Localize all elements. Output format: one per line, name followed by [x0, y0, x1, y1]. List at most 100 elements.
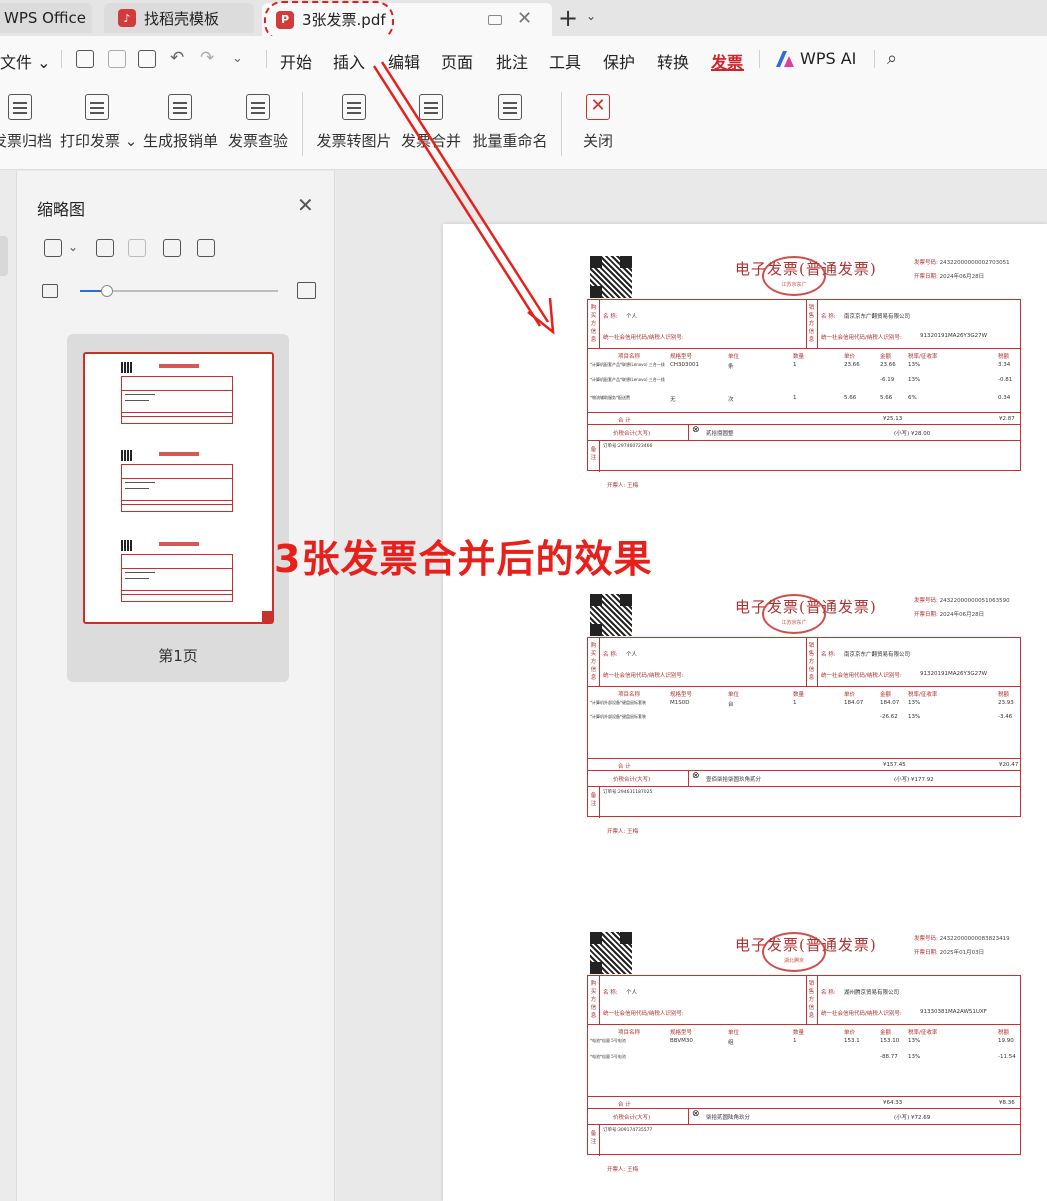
- form-icon: [168, 94, 192, 120]
- invoice-archive-button[interactable]: 发票归档: [0, 94, 52, 151]
- print-icon[interactable]: [138, 50, 156, 68]
- column-header: 金额: [880, 354, 892, 360]
- menu-comment[interactable]: 批注: [496, 49, 528, 73]
- table-cell: -3.46: [998, 714, 1013, 720]
- seal-stamp: 湖北腾京: [762, 932, 826, 972]
- drawer-label: 开票人: 王梅: [607, 1167, 639, 1173]
- invoice-number-label: 发票号码:: [914, 598, 938, 604]
- archive-icon: [8, 94, 32, 120]
- open-folder-icon[interactable]: [76, 50, 94, 68]
- close-icon[interactable]: ✕: [297, 193, 314, 217]
- menu-insert[interactable]: 插入: [333, 49, 365, 73]
- rename-icon: [498, 94, 522, 120]
- table-cell: M1S0D: [670, 700, 690, 706]
- menu-page[interactable]: 页面: [441, 49, 473, 73]
- seller-name: 湖州腾京贸易有限公司: [844, 990, 900, 996]
- menu-file-label: 文件: [0, 53, 33, 72]
- new-tab-icon[interactable]: +: [558, 4, 578, 32]
- generate-reimbursement-button[interactable]: 生成报销单: [143, 94, 218, 151]
- chevron-down-icon[interactable]: ⌄: [232, 51, 243, 66]
- zoom-out-image-icon[interactable]: [42, 284, 58, 298]
- table-cell: *计算机配套产品*联想(Lenovo) 三合一线: [590, 362, 665, 367]
- invoice-merge-button[interactable]: 发票合并: [400, 94, 462, 151]
- seller-name: 南京京东广翻贸易有限公司: [844, 314, 911, 320]
- zoom-slider-handle[interactable]: [101, 285, 113, 297]
- table-cell: *电池*倍量 5号电池: [590, 1054, 626, 1059]
- capital-total-label: 价税合计(大写): [613, 1115, 651, 1121]
- thumbnail-page-1[interactable]: [83, 352, 274, 624]
- invoice-table: 购买方信息 销售方信息名 称: 个人 统一社会信用代码/纳税人识别号: 名 称: 湖州腾京…: [587, 975, 1021, 1156]
- invoice-date: 开票日期: 2024年06月28日: [914, 610, 984, 618]
- chevron-down-icon[interactable]: ⌄: [586, 9, 596, 23]
- qr-code-icon: [590, 594, 632, 636]
- invoice-number: 发票号码: 24322000000002703051: [914, 258, 1010, 266]
- wps-ai-button[interactable]: WPS AI: [800, 49, 856, 68]
- zoom-in-image-icon[interactable]: [297, 282, 316, 299]
- undo-icon[interactable]: ↶: [170, 48, 184, 68]
- close-tab-icon[interactable]: ✕: [517, 8, 532, 29]
- menu-file[interactable]: 文件 ⌄: [0, 49, 51, 73]
- table-cell: 23.66: [844, 362, 860, 368]
- sidebar-tab[interactable]: [0, 236, 8, 276]
- column-header: 单位: [728, 692, 740, 698]
- tab-home[interactable]: WPS Office: [0, 3, 92, 33]
- print-invoice-button[interactable]: 打印发票 ⌄: [60, 94, 137, 151]
- total-label: 合 计: [618, 418, 631, 424]
- pin-window-icon[interactable]: [488, 15, 502, 25]
- seller-name-label: 名 称:: [821, 314, 836, 320]
- invoice-table: 购买方信息 销售方信息名 称: 个人 统一社会信用代码/纳税人识别号: 名 称: 南京京东…: [587, 299, 1021, 472]
- table-cell: *计算机外部设备*键盘鼠标套装: [590, 700, 646, 705]
- seller-name: 南京京东广翻贸易有限公司: [844, 652, 911, 658]
- tab-template[interactable]: ♪ 找稻壳模板: [104, 3, 254, 33]
- thumbnail-invoice: [113, 540, 239, 606]
- redo-icon[interactable]: ↷: [200, 48, 214, 68]
- table-cell: 13%: [908, 714, 921, 720]
- menu-tools[interactable]: 工具: [549, 49, 581, 73]
- save-icon[interactable]: [108, 50, 126, 68]
- thumbnail-page-label: 第1页: [158, 647, 198, 665]
- delete-page-icon[interactable]: [128, 239, 146, 257]
- thumbnail-panel-title: 缩略图: [37, 200, 86, 219]
- invoice-to-image-button[interactable]: 发票转图片: [316, 94, 392, 151]
- table-cell: 23.93: [998, 700, 1014, 706]
- insert-page-icon[interactable]: [96, 239, 114, 257]
- seal-text: 江苏京东广: [781, 282, 807, 288]
- menu-start[interactable]: 开始: [280, 49, 312, 73]
- cross-circle-icon: ⊗: [692, 771, 700, 781]
- seal-stamp: 江苏京东广: [762, 594, 826, 634]
- seller-section-label: 销售方信息: [808, 305, 815, 343]
- capital-total: 贰拾捌圆整: [706, 431, 734, 437]
- menu-edit[interactable]: 编辑: [388, 49, 420, 73]
- capital-total: 壹佰柒拾柒圆玖角贰分: [706, 777, 762, 783]
- batch-rename-button[interactable]: 批量重命名: [472, 94, 548, 151]
- table-cell: 13%: [908, 1054, 921, 1060]
- invoice-verify-button[interactable]: 发票查验: [227, 94, 289, 151]
- menu-protect[interactable]: 保护: [603, 49, 635, 73]
- search-icon[interactable]: ⌕: [887, 48, 897, 69]
- buyer-name-label: 名 称:: [603, 990, 618, 996]
- column-header: 规格型号: [670, 692, 693, 698]
- docer-icon: ♪: [118, 9, 136, 27]
- invoice-date-value: 2024年06月28日: [939, 274, 985, 280]
- column-header: 税率/征收率: [908, 692, 938, 698]
- total-amount: ¥64.33: [883, 1100, 903, 1106]
- column-header: 数量: [793, 354, 805, 360]
- invoice-merge-label: 发票合并: [400, 132, 461, 150]
- extract-page-icon[interactable]: [163, 239, 181, 257]
- grid-view-icon[interactable]: [44, 239, 62, 257]
- cross-circle-icon: ⊗: [692, 1109, 700, 1119]
- close-invoice-button[interactable]: ✕ 关闭: [578, 94, 618, 151]
- menu-convert[interactable]: 转换: [657, 49, 689, 73]
- buyer-tax-label: 统一社会信用代码/纳税人识别号:: [603, 335, 684, 341]
- rotate-page-icon[interactable]: [197, 239, 215, 257]
- seal-stamp: 江苏京东广: [762, 256, 826, 296]
- table-cell: *电池*倍量 5号电池: [590, 1038, 626, 1043]
- numeric-total: (小写) ¥177.92: [894, 777, 934, 783]
- seller-section-label: 销售方信息: [808, 981, 815, 1019]
- verify-icon: [246, 94, 270, 120]
- column-header: 单位: [728, 1030, 740, 1036]
- column-header: 税额: [998, 692, 1010, 698]
- total-tax: ¥20.47: [999, 762, 1019, 768]
- page-selected-marker: [262, 611, 273, 622]
- chevron-down-icon[interactable]: ⌄: [68, 240, 78, 254]
